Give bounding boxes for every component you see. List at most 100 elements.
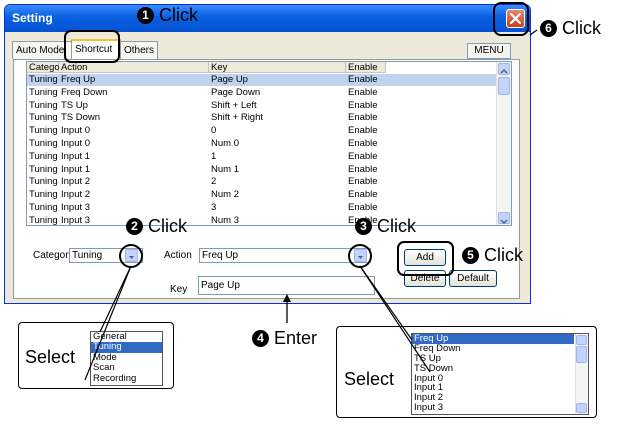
column-header-action[interactable]: Action bbox=[59, 62, 209, 73]
callout-4-number: 4 bbox=[252, 330, 269, 347]
category-select-word: Select bbox=[25, 347, 76, 367]
table-row[interactable]: Tuning Input 1 1 Enable bbox=[27, 151, 497, 163]
scroll-down-button[interactable] bbox=[498, 212, 510, 225]
table-cell: Enable bbox=[348, 163, 378, 175]
table-cell: Input 0 bbox=[61, 125, 91, 137]
table-cell: 0 bbox=[211, 125, 217, 137]
key-label: Key bbox=[170, 284, 188, 295]
action-combo[interactable]: Freq Up bbox=[199, 248, 371, 263]
action-label: Action bbox=[164, 250, 192, 261]
menu-button[interactable]: MENU bbox=[467, 43, 511, 59]
callout-1-number: 1 bbox=[137, 7, 154, 24]
table-cell: Enable bbox=[348, 150, 378, 162]
table-row[interactable]: Tuning Input 2 2 Enable bbox=[27, 176, 497, 188]
category-dropdown-list[interactable]: General Tuning Mode Scan Recording bbox=[90, 331, 163, 386]
chevron-up-icon bbox=[500, 68, 508, 74]
table-cell: TS Up bbox=[61, 99, 88, 111]
table-cell: Num 2 bbox=[211, 189, 239, 201]
table-cell: Shift + Left bbox=[211, 99, 257, 111]
table-cell: Tuning bbox=[29, 202, 58, 213]
window-title: Setting bbox=[12, 11, 53, 25]
title-bar[interactable]: Setting bbox=[5, 5, 530, 32]
callout-2: 2 Click bbox=[126, 216, 187, 237]
table-cell: Freq Down bbox=[61, 86, 108, 98]
callout-2-number: 2 bbox=[126, 218, 143, 235]
table-row[interactable]: Tuning Input 0 Num 0 Enable bbox=[27, 138, 497, 150]
column-header-key[interactable]: Key bbox=[209, 62, 346, 73]
table-cell: Input 0 bbox=[61, 138, 91, 149]
table-cell: Enable bbox=[348, 138, 378, 149]
table-cell: Tuning bbox=[29, 214, 58, 226]
table-row[interactable]: Tuning TS Down Shift + Right Enable bbox=[27, 112, 497, 124]
category-value: Tuning bbox=[72, 250, 103, 261]
scroll-up-button[interactable] bbox=[576, 335, 587, 345]
category-label: Category bbox=[33, 250, 74, 261]
table-row[interactable]: Tuning TS Up Shift + Left Enable bbox=[27, 100, 497, 112]
callout-1: 1 Click bbox=[137, 5, 198, 26]
scroll-thumb[interactable] bbox=[576, 346, 587, 363]
category-dropdown-highlight bbox=[119, 244, 143, 268]
list-vertical-scrollbar[interactable] bbox=[496, 62, 511, 225]
default-button[interactable]: Default bbox=[449, 270, 497, 287]
table-cell: Freq Up bbox=[61, 74, 96, 85]
action-value: Freq Up bbox=[202, 250, 239, 261]
callout-3-text: Click bbox=[377, 216, 416, 236]
key-value: Page Up bbox=[201, 280, 240, 291]
dropdown-option[interactable]: Scan bbox=[91, 362, 162, 373]
table-cell: Input 3 bbox=[61, 214, 91, 226]
table-cell: 2 bbox=[211, 176, 217, 188]
close-button-highlight bbox=[493, 2, 529, 36]
table-cell: Shift + Right bbox=[211, 112, 264, 124]
table-cell: Enable bbox=[348, 202, 378, 213]
table-cell: Enable bbox=[348, 189, 378, 201]
key-input[interactable]: Page Up bbox=[198, 276, 375, 295]
table-row[interactable]: Tuning Input 3 3 Enable bbox=[27, 202, 497, 214]
table-cell: Enable bbox=[348, 74, 378, 85]
tab-auto-mode[interactable]: Auto Mode bbox=[12, 41, 72, 59]
dropdown-option[interactable]: Input 3 bbox=[412, 403, 574, 413]
table-cell: Input 3 bbox=[61, 202, 91, 213]
table-cell: Tuning bbox=[29, 150, 58, 162]
table-cell: Page Down bbox=[211, 86, 261, 98]
table-row[interactable]: Tuning Input 0 0 Enable bbox=[27, 125, 497, 137]
table-row[interactable]: Tuning Input 1 Num 1 Enable bbox=[27, 164, 497, 176]
table-row[interactable]: Tuning Freq Up Page Up Enable bbox=[27, 74, 497, 86]
table-cell: Input 2 bbox=[61, 176, 91, 188]
table-cell: 1 bbox=[211, 150, 217, 162]
table-cell: Tuning bbox=[29, 163, 58, 175]
action-select-word: Select bbox=[344, 369, 395, 389]
table-cell: Enable bbox=[348, 99, 378, 111]
action-dropdown-list[interactable]: Freq Up Freq Down TS Up TS Down Input 0 Input… bbox=[411, 333, 589, 415]
callout-6: 6 Click bbox=[540, 18, 601, 39]
table-cell: Tuning bbox=[29, 125, 58, 137]
callout-5-number: 5 bbox=[462, 247, 479, 264]
table-cell: Num 3 bbox=[211, 214, 239, 226]
callout-6-text: Click bbox=[562, 18, 601, 38]
action-dropdown-highlight bbox=[348, 244, 372, 268]
scroll-up-button[interactable] bbox=[498, 63, 510, 75]
table-cell: Input 2 bbox=[61, 189, 91, 201]
table-cell: Input 1 bbox=[61, 150, 91, 162]
table-cell: Input 1 bbox=[61, 163, 91, 175]
table-cell: Num 1 bbox=[211, 163, 239, 175]
column-header-category[interactable]: Category bbox=[27, 62, 68, 73]
callout-3-number: 3 bbox=[355, 218, 372, 235]
action-list-scrollbar[interactable] bbox=[575, 334, 588, 414]
column-header-enable[interactable]: Enable bbox=[346, 62, 386, 73]
table-row[interactable]: TuningInput 3Num 3Enable bbox=[27, 214, 497, 226]
tab-others-label: Others bbox=[124, 45, 155, 56]
table-cell: Num 0 bbox=[211, 138, 239, 149]
dropdown-option[interactable]: Recording bbox=[91, 373, 162, 384]
callout-2-text: Click bbox=[148, 216, 187, 236]
tab-others[interactable]: Others bbox=[120, 41, 158, 59]
scroll-thumb[interactable] bbox=[498, 77, 510, 95]
callout-3: 3 Click bbox=[355, 216, 416, 237]
table-row[interactable]: Tuning Freq Down Page Down Enable bbox=[27, 87, 497, 99]
table-row[interactable]: Tuning Input 2 Num 2 Enable bbox=[27, 189, 497, 201]
tab-auto-mode-label: Auto Mode bbox=[16, 45, 65, 56]
table-cell: Tuning bbox=[29, 138, 58, 149]
shortcut-list[interactable]: Category Action Key Enable Tuning Freq Up… bbox=[26, 61, 512, 226]
scroll-down-button[interactable] bbox=[576, 403, 587, 413]
callout-4: 4 Enter bbox=[252, 328, 317, 349]
table-cell: Enable bbox=[348, 86, 378, 98]
